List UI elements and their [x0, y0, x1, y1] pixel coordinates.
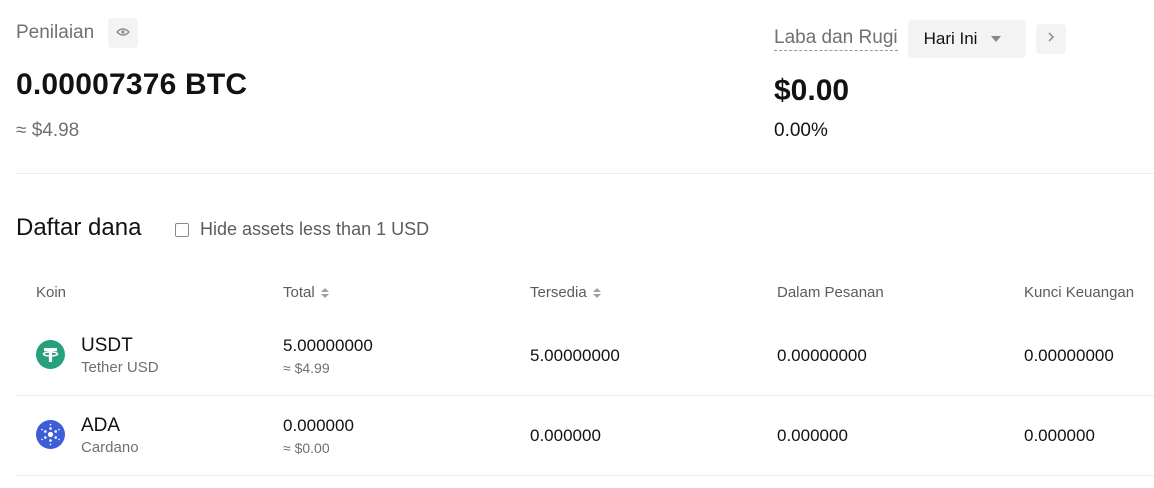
column-header-coin: Koin: [36, 284, 66, 301]
total-amount: 5.00000000: [283, 336, 373, 355]
column-coin-label: Koin: [36, 284, 67, 301]
column-header-in-orders: Dalam Pesanan: [777, 284, 884, 301]
hide-small-assets-toggle[interactable]: Hide assets less than 1 USD: [175, 219, 429, 240]
table-row[interactable]: USDT Tether USD 5.00000000 ≈ $4.99 5.000…: [16, 316, 1154, 396]
pnl-details-button[interactable]: [1035, 24, 1066, 54]
total-usd: ≈ $0.00: [283, 440, 330, 456]
column-header-financial-lock: Kunci Keuangan: [1024, 284, 1134, 301]
table-row[interactable]: ADA Cardano 0.000000 ≈ $0.00 0.000000 0.…: [16, 396, 1154, 476]
sort-icon[interactable]: [320, 287, 329, 298]
column-total-label: Total: [283, 284, 315, 301]
financial-lock-amount: 0.000000: [1024, 426, 1095, 445]
coin-symbol: ADA: [81, 415, 121, 436]
column-header-available[interactable]: Tersedia: [530, 284, 601, 301]
total-amount: 0.000000: [283, 416, 354, 435]
cardano-icon: [36, 420, 65, 449]
sort-icon[interactable]: [592, 287, 601, 298]
pnl-label[interactable]: Laba dan Rugi: [774, 27, 898, 51]
assets-page: Penilaian 0.00007376 BTC ≈ $4.98 Laba da…: [0, 0, 1154, 488]
available-amount: 5.00000000: [530, 346, 620, 365]
column-available-label: Tersedia: [530, 284, 587, 301]
pnl-header: Laba dan Rugi Hari Ini: [774, 20, 1066, 58]
valuation-usd-approx: ≈ $4.98: [16, 120, 80, 141]
caret-down-icon: [991, 36, 1002, 42]
period-dropdown[interactable]: Hari Ini: [907, 20, 1026, 58]
column-financial-lock-label: Kunci Keuangan: [1024, 284, 1135, 301]
column-header-total[interactable]: Total: [283, 284, 329, 301]
available-amount: 0.000000: [530, 426, 601, 445]
period-selected-value: Hari Ini: [923, 29, 978, 48]
valuation-header: Penilaian: [16, 18, 139, 48]
toggle-visibility-button[interactable]: [108, 18, 139, 48]
coin-name: Tether USD: [81, 359, 159, 376]
tether-icon: [36, 340, 65, 369]
total-usd: ≈ $4.99: [283, 360, 330, 376]
fund-list-title: Daftar dana: [16, 214, 142, 241]
pnl-value: $0.00: [774, 74, 850, 107]
hide-small-assets-checkbox[interactable]: [175, 222, 189, 237]
valuation-btc-amount: 0.00007376 BTC: [16, 68, 248, 101]
in-orders-amount: 0.00000000: [777, 346, 867, 365]
column-in-orders-label: Dalam Pesanan: [777, 284, 884, 301]
section-divider: [16, 173, 1154, 174]
pnl-percent: 0.00%: [774, 120, 828, 141]
coin-name: Cardano: [81, 439, 139, 456]
in-orders-amount: 0.000000: [777, 426, 848, 445]
eye-icon: [116, 24, 131, 42]
valuation-label: Penilaian: [16, 22, 95, 43]
chevron-right-icon: [1047, 30, 1055, 48]
coin-symbol: USDT: [81, 335, 133, 356]
hide-small-assets-label: Hide assets less than 1 USD: [200, 219, 430, 239]
financial-lock-amount: 0.00000000: [1024, 346, 1114, 365]
